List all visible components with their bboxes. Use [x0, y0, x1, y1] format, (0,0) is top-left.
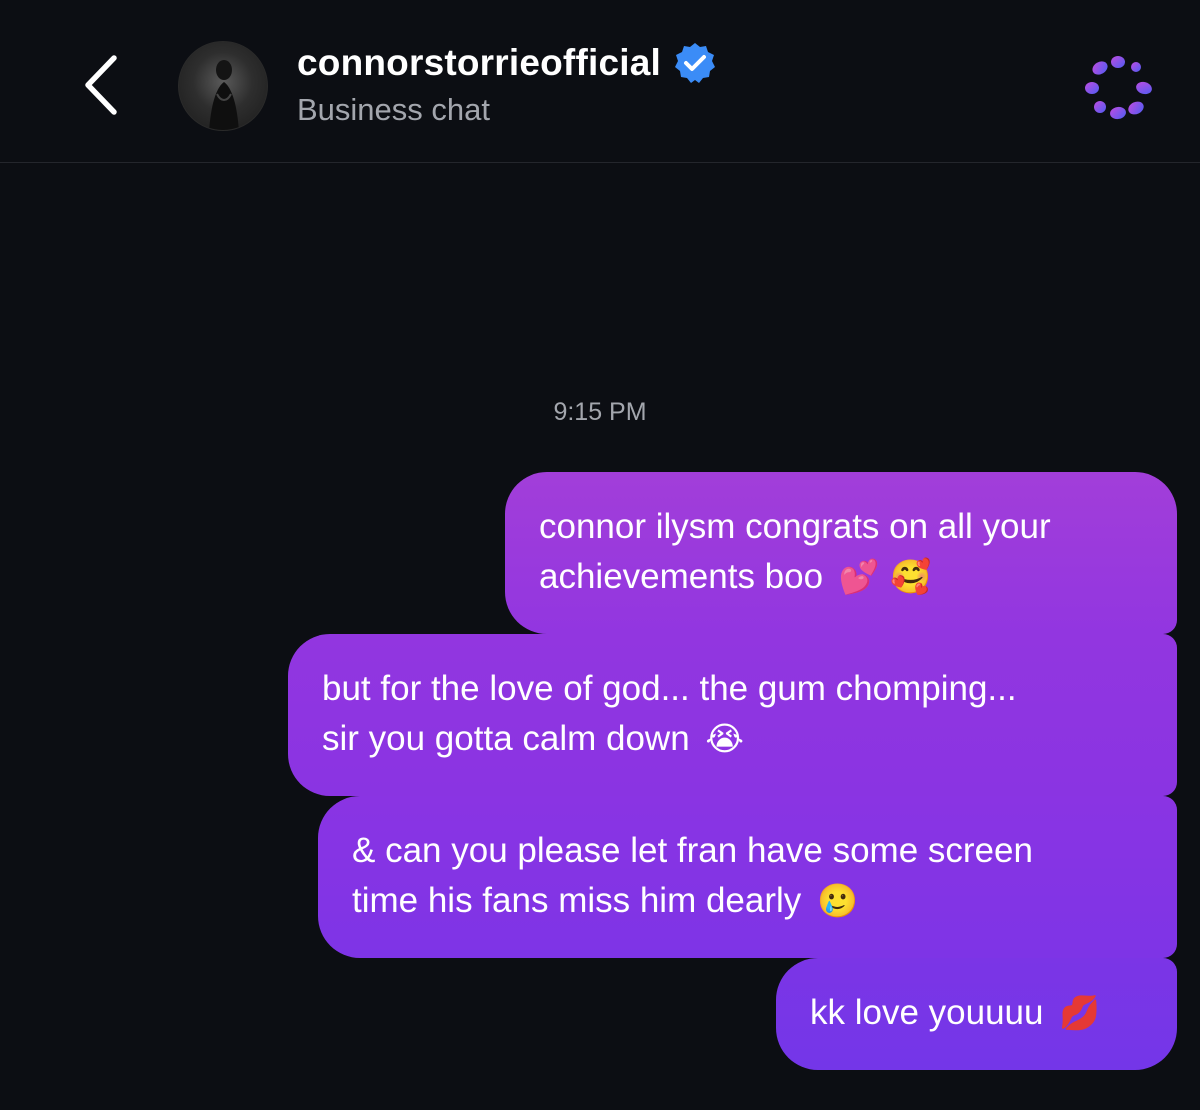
sent-message-bubble[interactable]: connor ilysm congrats on all your achiev…	[505, 472, 1177, 634]
chat-header: connorstorrieofficial Business chat	[0, 0, 1200, 163]
ai-assistant-button[interactable]	[1078, 50, 1158, 126]
emoji: 💕 🥰	[838, 557, 932, 596]
ai-sparkle-icon	[1085, 56, 1152, 120]
sent-message-bubble[interactable]: kk love youuuu 💋	[776, 958, 1177, 1070]
chat-title-block[interactable]: connorstorrieofficial Business chat	[297, 40, 717, 128]
emoji: 💋	[1059, 993, 1101, 1032]
emoji: 🥲	[817, 881, 859, 920]
back-button[interactable]	[72, 50, 132, 120]
sent-message-bubble[interactable]: but for the love of god... the gum chomp…	[288, 634, 1177, 796]
avatar[interactable]	[178, 41, 268, 131]
chevron-left-icon	[85, 55, 117, 115]
chat-screen: connorstorrieofficial Business chat 9:15…	[0, 0, 1200, 1110]
verified-badge-icon	[674, 43, 715, 83]
chat-subtitle: Business chat	[297, 92, 490, 127]
contact-username: connorstorrieofficial	[297, 42, 661, 83]
emoji: 😭	[705, 719, 744, 758]
message-line: achievements boo 💕 🥰	[539, 557, 932, 596]
avatar-photo	[209, 60, 239, 130]
message-line: kk love youuuu 💋	[810, 993, 1101, 1032]
message-line: & can you please let fran have some scre…	[352, 831, 1033, 870]
message-line: but for the love of god... the gum chomp…	[322, 669, 1017, 708]
message-line: time his fans miss him dearly 🥲	[352, 881, 859, 920]
sent-message-bubble[interactable]: & can you please let fran have some scre…	[318, 796, 1177, 958]
message-line: sir you gotta calm down 😭	[322, 719, 744, 758]
message-line: connor ilysm congrats on all your	[539, 507, 1051, 546]
message-timestamp: 9:15 PM	[553, 398, 647, 426]
